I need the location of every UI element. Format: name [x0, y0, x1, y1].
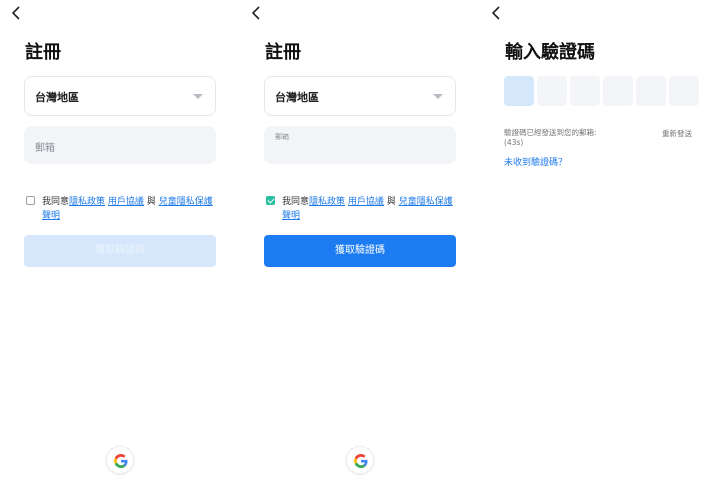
page-title: 輸入驗證碼 [505, 42, 595, 63]
back-chevron-icon[interactable] [10, 4, 26, 22]
privacy-policy-link[interactable]: 隱私政策 [309, 197, 345, 207]
region-select[interactable]: 台灣地區 [24, 76, 216, 116]
not-received-link[interactable]: 未收到驗證碼？ [504, 155, 567, 168]
code-input-group[interactable] [504, 76, 699, 106]
email-field[interactable]: 郵箱 [264, 126, 456, 164]
agreement-text: 我同意隱私政策 用戶協議 與 兒童隱私保護聲明 [42, 197, 213, 221]
google-logo-icon [354, 454, 368, 468]
region-select[interactable]: 台灣地區 [264, 76, 456, 116]
caret-down-icon [433, 94, 443, 99]
user-agreement-link[interactable]: 用戶協議 [108, 197, 144, 207]
page-title: 註冊 [25, 42, 61, 63]
region-value: 台灣地區 [35, 91, 79, 104]
region-value: 台灣地區 [275, 91, 319, 104]
register-screen-empty: 註冊 台灣地區 郵箱 我同意隱私政策 用戶協議 與 兒童隱私保護聲明 獲取驗證碼 [0, 0, 240, 486]
back-chevron-icon[interactable] [250, 4, 266, 22]
countdown-timer: (43s) [504, 138, 524, 147]
agreement-text: 我同意隱私政策 用戶協議 與 兒童隱私保護聲明 [282, 197, 453, 221]
agree-checkbox[interactable] [266, 196, 275, 205]
code-box[interactable] [537, 76, 567, 106]
get-code-button[interactable]: 獲取驗證碼 [264, 235, 456, 267]
back-chevron-icon[interactable] [490, 4, 506, 22]
verify-code-screen: 輸入驗證碼 驗證碼已經發送到您的郵箱: (43s) 重新發送 未收到驗證碼？ [480, 0, 720, 486]
google-logo-icon [114, 454, 128, 468]
agree-checkbox[interactable] [26, 196, 35, 205]
sent-message: 驗證碼已經發送到您的郵箱: (43s) [504, 128, 639, 148]
register-screen-filled: 註冊 台灣地區 郵箱 我同意隱私政策 用戶協議 與 兒童隱私保護聲明 獲取驗證碼 [240, 0, 480, 486]
email-placeholder: 郵箱 [35, 143, 55, 154]
sent-message-text: 驗證碼已經發送到您的郵箱: [504, 128, 597, 137]
code-box[interactable] [603, 76, 633, 106]
caret-down-icon [193, 94, 203, 99]
page-title: 註冊 [265, 42, 301, 63]
code-box[interactable] [504, 76, 534, 106]
email-floating-label: 郵箱 [275, 133, 289, 141]
google-login-button[interactable] [106, 446, 134, 474]
email-field[interactable]: 郵箱 [24, 126, 216, 164]
resend-link[interactable]: 重新發送 [662, 128, 692, 139]
google-login-button[interactable] [346, 446, 374, 474]
code-box[interactable] [669, 76, 699, 106]
user-agreement-link[interactable]: 用戶協議 [348, 197, 384, 207]
get-code-button[interactable]: 獲取驗證碼 [24, 235, 216, 267]
code-box[interactable] [570, 76, 600, 106]
privacy-policy-link[interactable]: 隱私政策 [69, 197, 105, 207]
code-box[interactable] [636, 76, 666, 106]
